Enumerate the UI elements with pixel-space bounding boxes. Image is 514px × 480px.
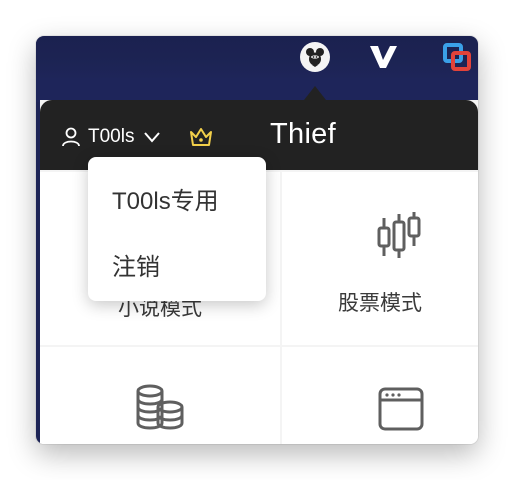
menu-item-logout[interactable]: 注销 [112, 247, 160, 282]
mode-tile-coins[interactable] [40, 347, 280, 444]
v-tray-icon[interactable] [366, 40, 400, 74]
coins-icon [136, 384, 184, 430]
user-icon [62, 127, 80, 147]
parallels-icon [443, 43, 471, 71]
window-icon [378, 387, 424, 431]
mode-label-stock: 股票模式 [338, 292, 422, 315]
system-menubar [36, 36, 478, 102]
v-app-icon [370, 46, 397, 68]
crown-icon [188, 126, 214, 153]
vm-tray-icon[interactable] [440, 40, 474, 74]
app-title: Thief [270, 118, 336, 150]
user-menu-button[interactable]: T00ls [60, 124, 162, 150]
mode-tile-stock[interactable]: 股票模式 [282, 172, 478, 345]
menu-item-t00ls[interactable]: T00ls专用 [112, 181, 219, 216]
thief-tray-icon[interactable] [298, 40, 332, 74]
chevron-down-icon [144, 132, 161, 143]
popover-caret [304, 86, 326, 100]
candlestick-icon [377, 212, 421, 258]
thief-mascot-icon [306, 48, 324, 67]
mode-tile-window[interactable] [282, 347, 478, 444]
username: T00ls [88, 126, 135, 147]
user-dropdown-menu: T00ls专用 注销 [88, 157, 266, 301]
